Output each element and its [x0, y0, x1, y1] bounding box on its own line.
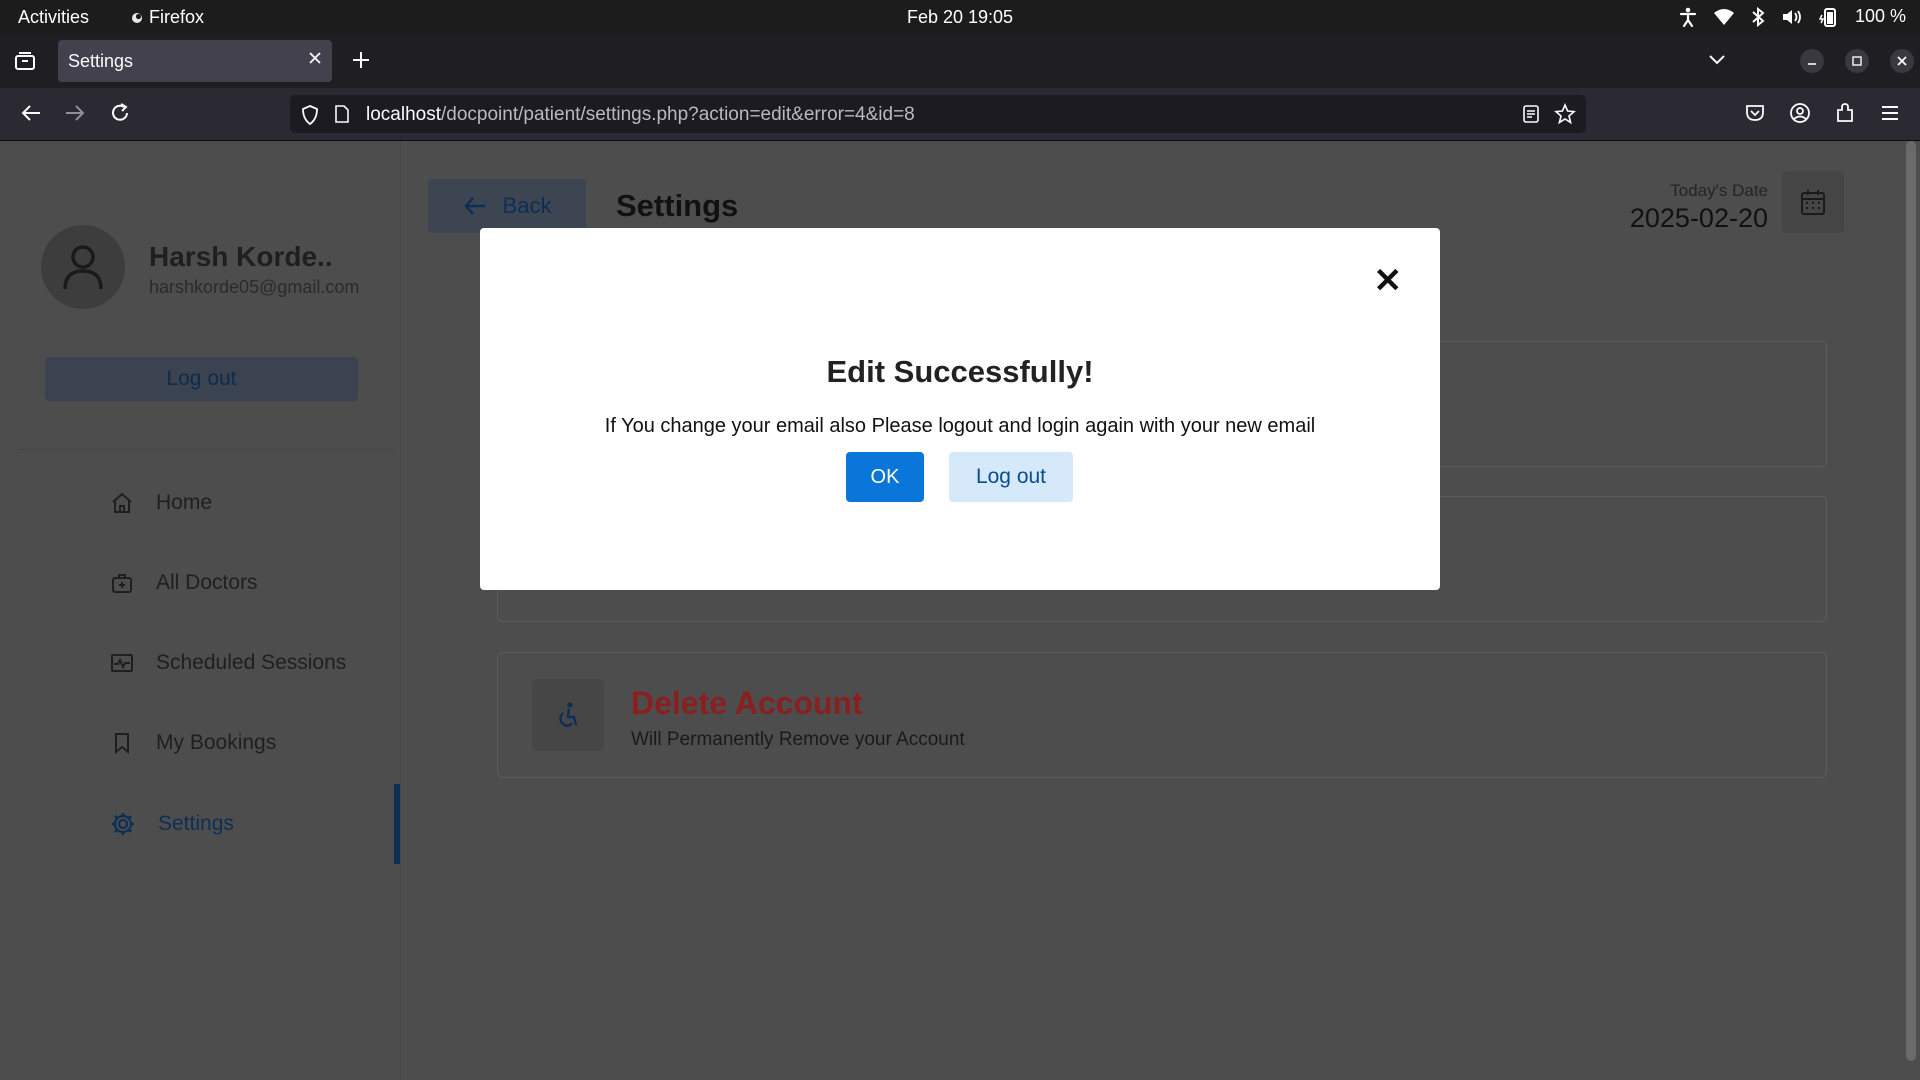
user-email: harshkorde05@gmail.com: [149, 277, 360, 297]
bookmark-star-icon[interactable]: [1554, 103, 1576, 125]
shield-icon[interactable]: [300, 104, 320, 126]
volume-icon: [1782, 9, 1801, 24]
sidebar-border: [400, 141, 401, 1080]
app-menu[interactable]: Firefox: [131, 7, 204, 28]
bluetooth-icon: [1752, 6, 1765, 27]
card-icon-box: [532, 679, 604, 751]
card-subtitle: Will Permanently Remove your Account: [631, 729, 965, 750]
sidebar-item-label: My Bookings: [156, 731, 277, 754]
sidebar-logout-button[interactable]: Log out: [45, 357, 358, 401]
sidebar-item-label: All Doctors: [156, 571, 258, 594]
sidebar-item-label: Home: [156, 491, 213, 514]
battery-percent: 100 %: [1854, 6, 1906, 26]
sessions-icon: [111, 654, 133, 672]
bookmark-icon: [115, 733, 129, 755]
user-icon: [63, 245, 103, 290]
tab-settings[interactable]: Settings: [58, 40, 332, 82]
new-tab-icon[interactable]: [351, 50, 371, 70]
modal-title: Edit Successfully!: [826, 354, 1094, 389]
system-top-bar: Activities Firefox Feb 20 19:05 100 %: [0, 0, 1920, 34]
page-scrollbar[interactable]: [1906, 141, 1916, 1061]
url-path: /docpoint/patient/settings.php?action=ed…: [441, 104, 915, 125]
sidebar-item-home[interactable]: Home: [110, 483, 390, 523]
close-icon[interactable]: ✕: [1374, 264, 1403, 298]
url-text: localhost/docpoint/patient/settings.php?…: [366, 104, 915, 126]
battery-icon: [1818, 7, 1836, 27]
ok-button[interactable]: OK: [846, 452, 924, 502]
pocket-icon[interactable]: [1744, 102, 1766, 124]
clock[interactable]: Feb 20 19:05: [900, 7, 1020, 28]
user-name: Harsh Korde..: [149, 241, 333, 272]
app-name: Firefox: [149, 7, 205, 27]
maximize-icon[interactable]: [1845, 49, 1869, 73]
arrow-left-icon: [463, 197, 485, 215]
forward-arrow-icon[interactable]: [64, 102, 86, 124]
modal-message: If You change your email also Please log…: [604, 415, 1316, 437]
tab-title: Settings: [68, 51, 134, 71]
back-label: Back: [502, 193, 552, 218]
calendar-button[interactable]: [1782, 171, 1844, 233]
accessibility-icon: [1679, 7, 1697, 27]
sidebar-divider: [18, 449, 396, 450]
gear-icon: [112, 813, 134, 835]
date-label: Today's Date: [1670, 181, 1768, 200]
reader-view-icon[interactable]: [1522, 104, 1540, 124]
sidebar-item-scheduled-sessions[interactable]: Scheduled Sessions: [110, 643, 390, 683]
minimize-icon[interactable]: [1800, 49, 1824, 73]
success-modal: ✕ Edit Successfully! If You change your …: [480, 228, 1440, 590]
back-arrow-icon[interactable]: [20, 102, 42, 124]
settings-card-delete-account[interactable]: Delete Account Will Permanently Remove y…: [497, 652, 1827, 778]
navigation-toolbar: localhost/docpoint/patient/settings.php?…: [0, 88, 1920, 141]
doctor-bag-icon: [112, 574, 132, 593]
accessibility-icon: [559, 702, 578, 727]
firefox-icon: [132, 12, 142, 23]
date-value: 2025-02-20: [1629, 203, 1768, 233]
activities-button[interactable]: Activities: [18, 7, 89, 28]
page-info-icon[interactable]: [334, 104, 350, 124]
sidebar-item-label: Scheduled Sessions: [156, 651, 347, 674]
wifi-icon: [1713, 8, 1734, 25]
menu-hamburger-icon[interactable]: [1879, 102, 1901, 124]
calendar-icon: [1801, 190, 1825, 215]
url-host: localhost: [366, 104, 441, 125]
close-window-icon[interactable]: [1890, 49, 1914, 73]
card-title: Delete Account: [631, 685, 863, 721]
page-title: Settings: [616, 188, 739, 223]
tab-strip: Settings: [0, 34, 1920, 88]
sidebar-item-label: Settings: [158, 812, 234, 835]
sidebar-item-my-bookings[interactable]: My Bookings: [110, 723, 390, 763]
close-tab-icon[interactable]: [308, 51, 322, 65]
home-icon: [112, 492, 132, 513]
list-all-tabs-icon[interactable]: [1708, 52, 1726, 66]
avatar: [41, 225, 125, 309]
extensions-icon[interactable]: [1834, 102, 1856, 124]
sidebar-item-settings[interactable]: Settings: [110, 804, 390, 844]
back-button[interactable]: Back: [428, 179, 586, 233]
tab-overview-icon[interactable]: [14, 51, 36, 71]
account-icon[interactable]: [1789, 102, 1811, 124]
system-tray[interactable]: 100 %: [1679, 6, 1906, 27]
sidebar: Harsh Korde.. harshkorde05@gmail.com Log…: [0, 141, 401, 1080]
reload-icon[interactable]: [109, 102, 131, 124]
sidebar-item-all-doctors[interactable]: All Doctors: [110, 563, 390, 603]
modal-logout-button[interactable]: Log out: [949, 452, 1073, 502]
address-bar[interactable]: localhost/docpoint/patient/settings.php?…: [290, 95, 1586, 133]
